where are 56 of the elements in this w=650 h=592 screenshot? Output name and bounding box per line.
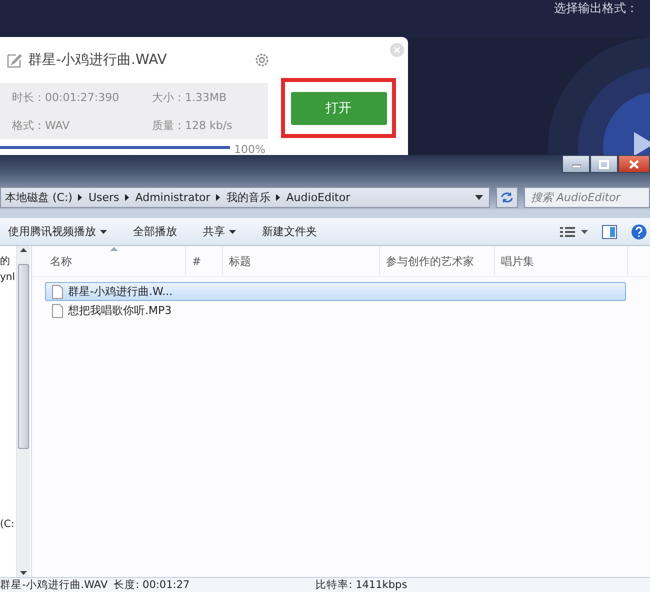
breadcrumb[interactable]: 我的音乐 xyxy=(226,190,270,204)
detail-text: 大小：1.33MB xyxy=(152,90,228,104)
chevron-icon xyxy=(78,194,82,200)
status-bitrate: 比特率: 1411kbps xyxy=(316,578,408,592)
settings-icon[interactable] xyxy=(254,52,270,68)
document-icon xyxy=(52,284,63,298)
minimize-button[interactable] xyxy=(562,155,590,173)
maximize-button[interactable] xyxy=(590,155,618,173)
file-row[interactable]: 群星-小鸡进行曲.W... xyxy=(45,282,626,301)
address-bar[interactable]: 本地磁盘 (C:) Users Administrator 我的音乐 AudioEditor xyxy=(0,186,490,208)
file-name: 群星-小鸡进行曲.W... xyxy=(68,284,173,299)
detail-text: 格式：WAV xyxy=(12,118,71,132)
progress-reading: 100% xyxy=(234,142,266,155)
toolbar-button[interactable]: 共享 xyxy=(197,221,242,242)
column-heading[interactable]: 标题 xyxy=(223,246,380,276)
nav-item[interactable]: 的 xyxy=(0,254,16,268)
open-button[interactable]: 打开 xyxy=(290,92,386,124)
view-list-icon[interactable] xyxy=(560,226,588,236)
file-title: 群星-小鸡进行曲.WAV xyxy=(28,51,168,69)
toolbar-button[interactable]: 使用腾讯视频播放 xyxy=(2,221,113,242)
detail-text: 时长：00:01:27:390 xyxy=(12,90,120,104)
breadcrumb[interactable]: AudioEditor xyxy=(286,190,350,204)
chevron-icon xyxy=(276,194,280,200)
breadcrumb[interactable]: Administrator xyxy=(135,190,210,204)
refresh-icon xyxy=(500,190,514,204)
nav-item[interactable]: (C: xyxy=(0,519,16,530)
search-field[interactable]: 搜索 AudioEditor xyxy=(524,186,650,208)
detail-text: 质量：128 kb/s xyxy=(152,118,234,132)
column-heading[interactable]: 参与创作的艺术家 xyxy=(380,246,495,276)
close-icon xyxy=(629,160,639,168)
scrollbar[interactable] xyxy=(16,246,30,577)
column-heading[interactable]: # xyxy=(186,246,223,276)
status-file-name: 群星-小鸡进行曲.WAV xyxy=(0,578,108,592)
scroll-down-icon xyxy=(20,571,27,575)
header-label: 选择输出格式： xyxy=(554,0,638,17)
scroll-thumb[interactable] xyxy=(18,264,29,449)
dropdown-icon[interactable] xyxy=(475,194,483,200)
nav-item[interactable]: ynl xyxy=(0,272,16,283)
file-row[interactable]: 想把我唱歌你听.MP3 xyxy=(45,301,626,320)
preview-pane-icon[interactable] xyxy=(602,224,617,238)
status-length: 长度: 00:01:27 xyxy=(114,578,190,592)
refresh-button[interactable] xyxy=(496,186,518,208)
breadcrumb[interactable]: 本地磁盘 (C:) xyxy=(5,190,72,204)
maximize-icon xyxy=(599,160,609,168)
document-icon xyxy=(52,304,63,318)
edit-icon xyxy=(7,52,22,68)
chevron-icon xyxy=(216,194,220,200)
help-icon[interactable] xyxy=(631,224,647,240)
file-name: 想把我唱歌你听.MP3 xyxy=(68,303,172,318)
toolbar-button[interactable]: 新建文件夹 xyxy=(256,221,323,242)
toolbar-button[interactable]: 全部播放 xyxy=(127,221,183,242)
chevron-icon xyxy=(125,194,130,200)
breadcrumb[interactable]: Users xyxy=(88,190,120,204)
close-button[interactable] xyxy=(618,155,650,173)
scroll-up-icon xyxy=(20,248,27,252)
column-heading[interactable]: 唱片集 xyxy=(495,246,628,276)
